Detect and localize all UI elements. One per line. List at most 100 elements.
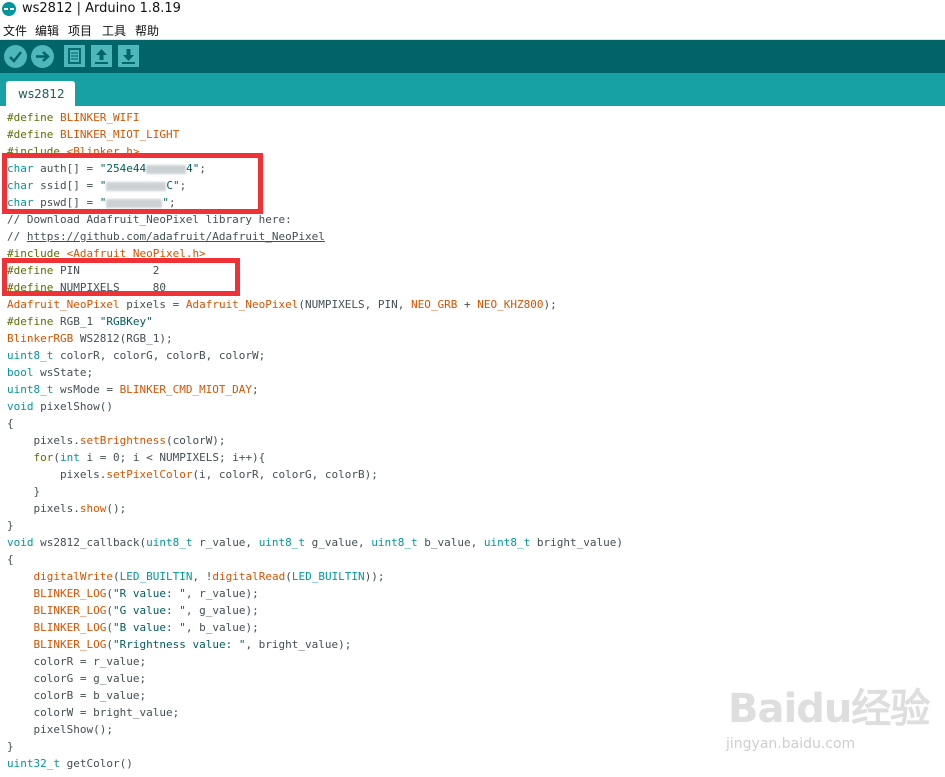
code-token: bright_value)	[530, 536, 623, 549]
code-line: // https://github.com/adafruit/Adafruit_…	[7, 228, 325, 245]
code-token: colorG = g_value;	[7, 672, 147, 685]
verify-button[interactable]	[4, 45, 27, 68]
code-line: {	[7, 551, 14, 568]
tab-ws2812[interactable]: ws2812	[6, 81, 75, 106]
save-button[interactable]	[118, 45, 139, 67]
tab-label: ws2812	[18, 87, 65, 101]
open-icon	[95, 49, 108, 64]
code-line: {	[7, 415, 14, 432]
code-token: getColor()	[59, 757, 133, 770]
code-line: uint8_t wsMode = BLINKER_CMD_MIOT_DAY;	[7, 381, 259, 398]
menu-help[interactable]: 帮助	[135, 22, 159, 39]
code-token: BLINKER_LOG	[33, 621, 107, 634]
code-line: }	[7, 517, 14, 534]
code-token: (	[106, 621, 113, 634]
code-line: uint8_t colorR, colorG, colorB, colorW;	[7, 347, 265, 364]
pin-define-highlight-box	[2, 258, 240, 296]
code-token: colorR, colorG, colorB, colorW;	[53, 349, 266, 362]
menu-bar: 文件 编辑 项目 工具 帮助	[0, 19, 945, 40]
code-token: , r_value);	[185, 587, 259, 600]
code-token: #define	[7, 111, 60, 124]
code-token: Adafruit_NeoPixel	[185, 298, 299, 311]
code-token: pixelShow()	[33, 400, 113, 413]
code-token: setBrightness	[79, 434, 166, 447]
code-token: (	[112, 570, 120, 583]
code-token: pixels.	[7, 468, 107, 481]
code-line: void ws2812_callback(uint8_t r_value, ui…	[7, 534, 623, 551]
code-token: LED_BUILTIN	[119, 570, 193, 583]
open-button[interactable]	[91, 45, 112, 67]
code-token: (i, colorR, colorG, colorB);	[192, 468, 378, 481]
code-token: "RGBKey"	[99, 315, 153, 328]
code-token: void	[7, 400, 34, 413]
code-token: uint32_t	[7, 757, 60, 770]
code-token: BlinkerRGB	[7, 332, 74, 345]
code-token: uint8_t	[7, 383, 54, 396]
verify-icon	[9, 51, 22, 63]
code-line: colorR = r_value;	[7, 653, 146, 670]
menu-edit[interactable]: 编辑	[35, 22, 59, 39]
code-token: RGB_1	[59, 315, 100, 328]
code-token: +	[457, 298, 478, 311]
code-token: // Download Adafruit_NeoPixel library he…	[7, 213, 292, 226]
code-line: void pixelShow()	[7, 398, 113, 415]
code-token: (	[106, 587, 113, 600]
code-line: BLINKER_LOG("B value: ", b_value);	[7, 619, 259, 636]
baidu-watermark: Baidu经验 jingyan.baidu.com	[724, 676, 934, 766]
code-token: }	[7, 519, 14, 532]
code-token: colorB = b_value;	[7, 689, 147, 702]
watermark-logo: Baidu经验	[728, 686, 930, 732]
code-token: "B value: "	[112, 621, 186, 634]
code-token: digitalRead	[212, 570, 286, 583]
code-line: BlinkerRGB WS2812(RGB_1);	[7, 330, 173, 347]
code-token: uint8_t	[371, 536, 418, 549]
title-bar: ws2812 | Arduino 1.8.19	[0, 0, 945, 19]
code-line: BLINKER_LOG("G value: ", g_value);	[7, 602, 259, 619]
code-line: uint32_t getColor()	[7, 755, 133, 772]
code-line: }	[7, 738, 14, 755]
code-token: NEO_GRB	[411, 298, 458, 311]
code-token: BLINKER_CMD_MIOT_DAY	[119, 383, 253, 396]
code-token: //	[7, 230, 27, 243]
code-token: #define	[7, 128, 60, 141]
new-button[interactable]	[64, 45, 85, 67]
code-token: BLINKER_LOG	[33, 604, 107, 617]
code-line: pixels.setBrightness(colorW);	[7, 432, 226, 449]
code-token: (	[106, 604, 113, 617]
code-token: pixels.	[7, 502, 80, 515]
menu-tools[interactable]: 工具	[102, 22, 126, 39]
code-token: i = 0; i < NUMPIXELS; i++){	[79, 451, 266, 464]
code-token: WS2812(RGB_1);	[73, 332, 173, 345]
menu-sketch[interactable]: 项目	[68, 22, 92, 39]
code-token: ;	[252, 383, 259, 396]
code-line: digitalWrite(LED_BUILTIN, !digitalRead(L…	[7, 568, 385, 585]
upload-button[interactable]	[31, 45, 54, 68]
code-token: g_value,	[305, 536, 372, 549]
code-line: pixelShow();	[7, 721, 112, 738]
new-icon	[68, 48, 81, 64]
code-token: pixels.	[7, 434, 80, 447]
code-token: , g_value);	[185, 604, 259, 617]
code-token: colorR = r_value;	[7, 655, 147, 668]
code-token: BLINKER_LOG	[33, 638, 107, 651]
code-line: BLINKER_LOG("Rrightness value: ", bright…	[7, 636, 352, 653]
code-token: (	[285, 570, 292, 583]
tab-bar: ws2812	[0, 73, 945, 106]
code-token: (colorW);	[165, 434, 226, 447]
code-line: BLINKER_LOG("R value: ", r_value);	[7, 585, 259, 602]
code-token: uint8_t	[7, 349, 54, 362]
code-token: );	[543, 298, 557, 311]
upload-icon	[36, 51, 50, 62]
code-token[interactable]: https://github.com/adafruit/Adafruit_Neo…	[27, 230, 325, 243]
code-token: wsMode =	[53, 383, 120, 396]
code-token: NEO_KHZ800	[477, 298, 544, 311]
code-line: Adafruit_NeoPixel pixels = Adafruit_NeoP…	[7, 296, 557, 313]
code-line: #define BLINKER_WIFI	[7, 109, 139, 126]
code-token: colorW = bright_value;	[7, 706, 180, 719]
code-token: , b_value);	[185, 621, 259, 634]
menu-file[interactable]: 文件	[3, 22, 27, 39]
